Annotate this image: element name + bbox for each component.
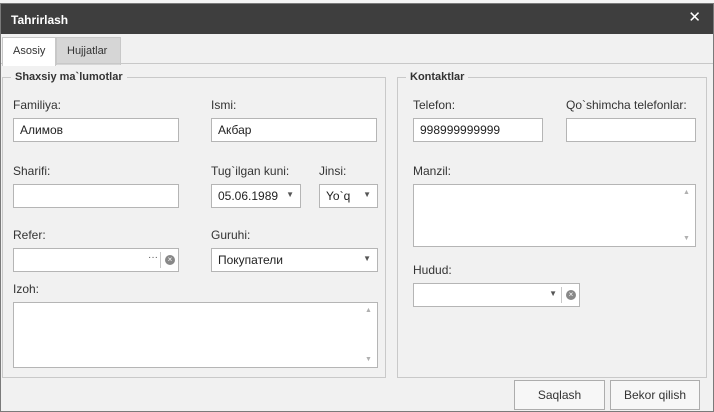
save-button[interactable]: Saqlash: [514, 380, 605, 410]
group-label: Guruhi:: [211, 228, 251, 242]
group-select[interactable]: Покупатели ▼: [211, 248, 378, 272]
tab-asosiy[interactable]: Asosiy: [2, 37, 56, 66]
lastname-input[interactable]: [13, 118, 179, 142]
close-icon[interactable]: ✕: [688, 10, 701, 26]
group-value: Покупатели: [218, 253, 283, 267]
gender-label: Jinsi:: [319, 164, 347, 178]
title-bar: Tahrirlash ✕: [1, 4, 713, 34]
extra-phones-label: Qo`shimcha telefonlar:: [566, 98, 687, 112]
scroll-up-icon[interactable]: ▲: [683, 189, 690, 196]
region-label: Hudud:: [413, 263, 452, 277]
gender-select[interactable]: Yo`q ▼: [319, 184, 378, 208]
note-scrollbar[interactable]: ▲ ▼: [361, 303, 377, 367]
birthdate-value: 05.06.1989: [218, 189, 279, 203]
referer-label: Refer:: [13, 228, 46, 242]
contacts-group: Kontaktlar Telefon: Qo`shimcha telefonla…: [397, 71, 707, 378]
phone-label: Telefon:: [413, 98, 456, 112]
note-textarea[interactable]: ▲ ▼: [13, 302, 378, 368]
tab-bar: Asosiy Hujjatlar: [1, 34, 713, 66]
tab-hujjatlar[interactable]: Hujjatlar: [56, 37, 121, 65]
cancel-button[interactable]: Bekor qilish: [610, 380, 700, 410]
patronymic-input[interactable]: [13, 184, 179, 208]
region-divider: [561, 287, 562, 303]
gender-value: Yo`q: [326, 189, 351, 203]
chevron-down-icon[interactable]: ▼: [549, 289, 557, 298]
personal-info-group: Shaxsiy ma`lumotlar Familiya: Ismi: Shar…: [2, 71, 386, 378]
ellipsis-icon[interactable]: ···: [148, 252, 158, 263]
contacts-legend: Kontaktlar: [406, 71, 469, 83]
personal-info-legend: Shaxsiy ma`lumotlar: [11, 71, 127, 83]
address-scrollbar[interactable]: ▲ ▼: [679, 185, 695, 246]
birthdate-picker[interactable]: 05.06.1989 ▼: [211, 184, 301, 208]
clear-icon[interactable]: ×: [165, 255, 175, 265]
region-select[interactable]: ▼ ×: [413, 283, 580, 307]
address-label: Manzil:: [413, 164, 452, 178]
clear-icon[interactable]: ×: [566, 290, 576, 300]
chevron-down-icon[interactable]: ▼: [286, 190, 294, 199]
lastname-label: Familiya:: [13, 98, 62, 112]
dialog-title: Tahrirlash: [11, 13, 69, 27]
firstname-label: Ismi:: [211, 98, 237, 112]
address-textarea[interactable]: ▲ ▼: [413, 184, 696, 247]
phone-input[interactable]: [413, 118, 543, 142]
birthdate-label: Tug`ilgan kuni:: [211, 164, 290, 178]
edit-dialog: Tahrirlash ✕ Asosiy Hujjatlar Shaxsiy ma…: [0, 3, 714, 412]
chevron-down-icon[interactable]: ▼: [363, 254, 371, 263]
scroll-up-icon[interactable]: ▲: [365, 307, 372, 314]
extra-phones-input[interactable]: [566, 118, 696, 142]
chevron-down-icon[interactable]: ▼: [363, 190, 371, 199]
referer-divider: [160, 252, 161, 268]
firstname-input[interactable]: [211, 118, 377, 142]
tab-panel-asosiy: Shaxsiy ma`lumotlar Familiya: Ismi: Shar…: [1, 63, 713, 378]
scroll-down-icon[interactable]: ▼: [683, 235, 690, 242]
scroll-down-icon[interactable]: ▼: [365, 356, 372, 363]
referer-picker[interactable]: ··· ×: [13, 248, 179, 272]
patronymic-label: Sharifi:: [13, 164, 51, 178]
note-label: Izoh:: [13, 282, 40, 296]
